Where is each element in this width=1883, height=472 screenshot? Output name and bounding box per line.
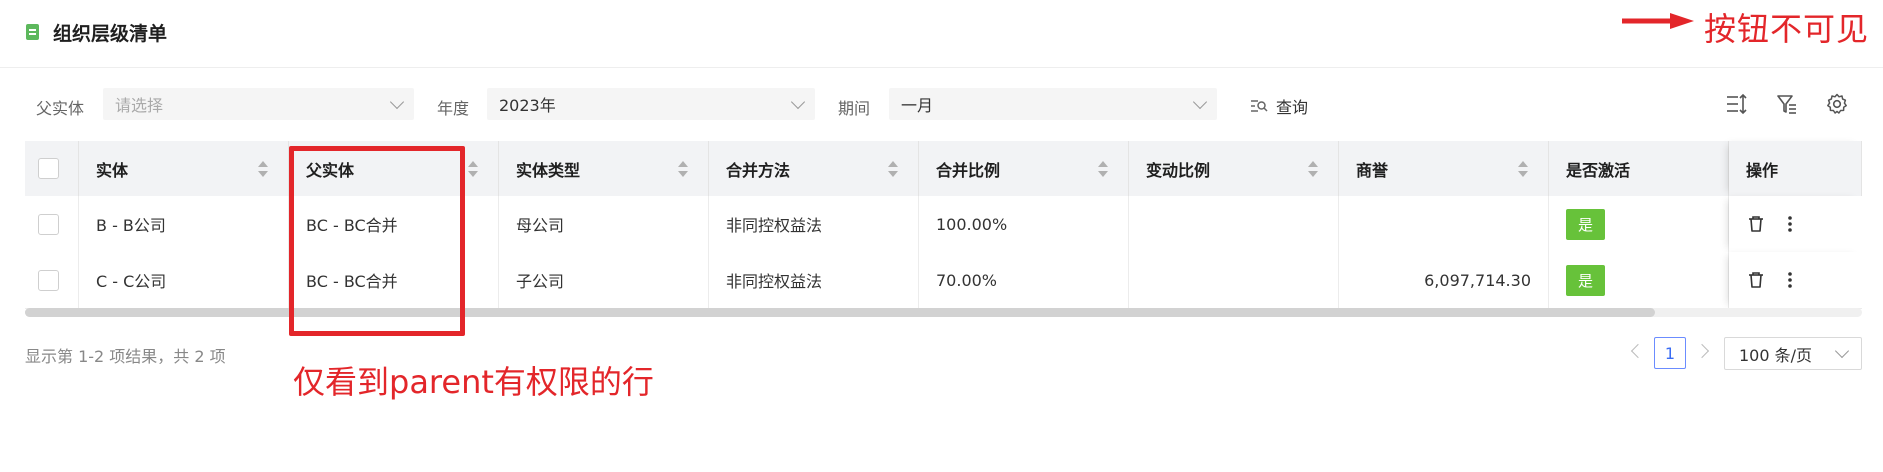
cell-method: 非同控权益法 — [709, 252, 919, 308]
column-height-icon[interactable] — [1724, 92, 1748, 116]
column-header-label: 变动比例 — [1146, 160, 1211, 180]
more-vertical-icon[interactable] — [1780, 270, 1800, 290]
chevron-left-icon[interactable] — [1630, 343, 1646, 359]
trash-icon[interactable] — [1746, 214, 1766, 234]
page-title: 组织层级清单 — [53, 22, 168, 45]
header-divider — [0, 67, 1883, 68]
cell-ratio: 100.00% — [919, 196, 1129, 252]
sort-icon[interactable] — [888, 160, 898, 178]
cell-active: 是 — [1549, 196, 1729, 252]
query-button[interactable]: 查询 — [1250, 94, 1308, 118]
cell-method: 非同控权益法 — [709, 196, 919, 252]
row-checkbox[interactable] — [38, 269, 59, 291]
column-header-change[interactable]: 变动比例 — [1129, 141, 1339, 196]
page-number-current[interactable]: 1 — [1654, 337, 1686, 369]
parent-filter-label: 父实体 — [36, 99, 85, 118]
column-header-label: 是否激活 — [1566, 160, 1631, 180]
gear-icon[interactable] — [1825, 92, 1849, 116]
cell-ratio: 70.00% — [919, 252, 1129, 308]
parent-select[interactable]: 请选择 — [103, 88, 414, 120]
sort-icon[interactable] — [468, 160, 478, 178]
chevron-down-icon — [1192, 94, 1208, 109]
cell-goodwill: 6,097,714.30 — [1339, 252, 1549, 308]
select-all-cell — [25, 141, 79, 196]
year-filter-label: 年度 — [437, 99, 470, 118]
column-header-method[interactable]: 合并方法 — [709, 141, 919, 196]
sort-icon[interactable] — [1098, 160, 1108, 178]
row-select-cell — [25, 252, 79, 308]
annotation-highlight-box — [289, 146, 465, 336]
column-header-entity[interactable]: 实体 — [79, 141, 289, 196]
cell-actions — [1729, 196, 1862, 252]
period-select-value: 一月 — [901, 96, 934, 115]
year-select[interactable]: 2023年 — [487, 88, 815, 120]
period-filter-label: 期间 — [838, 99, 871, 118]
column-header-type[interactable]: 实体类型 — [499, 141, 709, 196]
cell-entity: B - B公司 — [79, 196, 289, 252]
document-icon — [26, 24, 39, 40]
cell-goodwill — [1339, 196, 1549, 252]
page-header: 组织层级清单 — [26, 18, 167, 46]
active-badge: 是 — [1566, 264, 1606, 296]
row-checkbox[interactable] — [38, 213, 59, 235]
sort-icon[interactable] — [258, 160, 268, 178]
cell-active: 是 — [1549, 252, 1729, 308]
query-button-label: 查询 — [1276, 98, 1309, 117]
cell-type: 子公司 — [499, 252, 709, 308]
sort-icon[interactable] — [1308, 160, 1318, 178]
chevron-down-icon — [790, 94, 806, 109]
filter-settings-icon[interactable] — [1775, 92, 1799, 116]
column-header-label: 实体类型 — [516, 160, 581, 180]
sort-icon[interactable] — [678, 160, 688, 178]
cell-type: 母公司 — [499, 196, 709, 252]
active-badge: 是 — [1566, 208, 1606, 240]
horizontal-scrollbar-thumb[interactable] — [25, 308, 1655, 317]
more-vertical-icon[interactable] — [1780, 214, 1800, 234]
column-header-label: 操作 — [1746, 160, 1779, 180]
chevron-down-icon — [1834, 343, 1850, 359]
cell-change — [1129, 252, 1339, 308]
page-size-value: 100 条/页 — [1739, 345, 1813, 365]
annotation-arrow-icon — [1622, 13, 1694, 29]
column-header-goodwill[interactable]: 商誉 — [1339, 141, 1549, 196]
column-header-ratio[interactable]: 合并比例 — [919, 141, 1129, 196]
page-size-select[interactable]: 100 条/页 — [1724, 337, 1862, 370]
cell-actions — [1729, 252, 1862, 308]
column-header-label: 实体 — [96, 160, 129, 180]
column-header-actions: 操作 — [1729, 141, 1862, 196]
trash-icon[interactable] — [1746, 270, 1766, 290]
column-header-active: 是否激活 — [1549, 141, 1729, 196]
result-summary: 显示第 1-2 项结果，共 2 项 — [25, 347, 226, 366]
row-select-cell — [25, 196, 79, 252]
search-icon — [1251, 100, 1268, 112]
cell-entity: C - C公司 — [79, 252, 289, 308]
select-all-checkbox[interactable] — [38, 158, 59, 179]
column-header-label: 商誉 — [1356, 160, 1389, 180]
cell-change — [1129, 196, 1339, 252]
sort-icon[interactable] — [1518, 160, 1528, 178]
parent-select-placeholder: 请选择 — [115, 96, 164, 115]
period-select[interactable]: 一月 — [889, 88, 1217, 120]
column-header-label: 合并方法 — [726, 160, 791, 180]
column-header-label: 合并比例 — [936, 160, 1001, 180]
chevron-right-icon[interactable] — [1694, 343, 1710, 359]
year-select-value: 2023年 — [499, 96, 556, 115]
chevron-down-icon — [389, 94, 405, 109]
annotation-buttons-invisible: 按钮不可见 — [1704, 10, 1870, 48]
annotation-parent-permission: 仅看到parent有权限的行 — [293, 363, 654, 401]
